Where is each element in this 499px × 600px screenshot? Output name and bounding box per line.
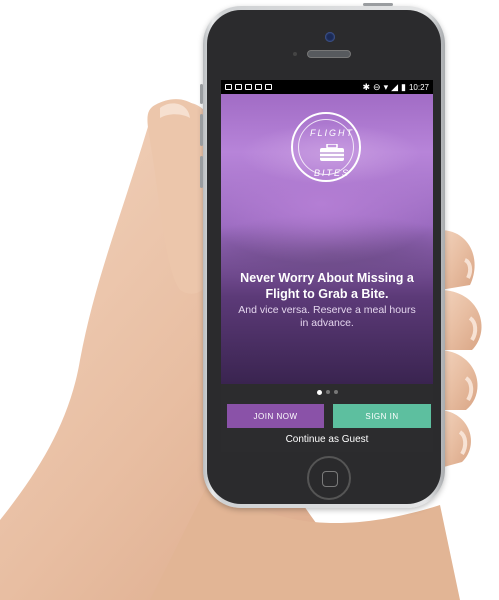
notification-icon bbox=[265, 84, 272, 90]
signal-icon: ◢ bbox=[391, 81, 399, 92]
continue-as-guest-link[interactable]: Continue as Guest bbox=[221, 434, 433, 445]
action-area: JOIN NOW SIGN IN Continue as Guest bbox=[221, 384, 433, 452]
status-time: 10:27 bbox=[408, 82, 429, 92]
notification-icon bbox=[245, 84, 252, 90]
system-icons: ✱ ⊖ ▾ ◢ ▮ 10:27 bbox=[362, 82, 429, 93]
page-dot[interactable] bbox=[334, 390, 338, 394]
battery-icon: ▮ bbox=[401, 81, 406, 92]
app-screen: ✱ ⊖ ▾ ◢ ▮ 10:27 FLIGHT BITES Never Worry… bbox=[221, 80, 433, 452]
logo-bottom-text: BITES bbox=[313, 168, 350, 178]
volume-button bbox=[200, 114, 203, 146]
notification-icon bbox=[255, 84, 262, 90]
join-now-button[interactable]: JOIN NOW bbox=[227, 404, 324, 428]
front-camera bbox=[325, 32, 335, 42]
home-square-icon bbox=[322, 471, 338, 487]
logo-ring: FLIGHT BITES bbox=[298, 119, 354, 178]
notification-icons bbox=[225, 84, 272, 90]
wifi-icon: ▾ bbox=[383, 81, 389, 92]
flight-bites-logo: FLIGHT BITES bbox=[291, 112, 361, 182]
headline: Never Worry About Missing a Flight to Gr… bbox=[227, 270, 427, 302]
page-dot[interactable] bbox=[326, 390, 330, 394]
scene: ✱ ⊖ ▾ ◢ ▮ 10:27 FLIGHT BITES Never Worry… bbox=[0, 0, 499, 600]
status-bar: ✱ ⊖ ▾ ◢ ▮ 10:27 bbox=[221, 80, 433, 94]
subtext: And vice versa. Reserve a meal hours in … bbox=[235, 304, 419, 330]
sign-in-button[interactable]: SIGN IN bbox=[333, 404, 431, 428]
page-indicator bbox=[317, 389, 338, 395]
volume-button bbox=[200, 156, 203, 188]
notification-icon bbox=[235, 84, 242, 90]
headline-line: Never Worry About Missing a bbox=[240, 271, 414, 285]
hero-banner: FLIGHT BITES Never Worry About Missing a bbox=[221, 94, 433, 384]
bluetooth-icon: ✱ bbox=[362, 81, 371, 92]
volume-button bbox=[200, 84, 203, 104]
earpiece-speaker bbox=[307, 50, 351, 58]
subtext-line: And vice versa. Reserve a meal hours bbox=[238, 304, 416, 316]
notification-icon bbox=[225, 84, 232, 90]
subtext-line: in advance. bbox=[300, 317, 354, 329]
logo-top-text: FLIGHT bbox=[309, 128, 354, 138]
home-button[interactable] bbox=[307, 456, 351, 500]
page-dot-active[interactable] bbox=[317, 389, 322, 395]
do-not-disturb-icon: ⊖ bbox=[373, 81, 381, 92]
headline-line: Flight to Grab a Bite. bbox=[265, 287, 389, 301]
power-button bbox=[363, 3, 393, 6]
smartphone: ✱ ⊖ ▾ ◢ ▮ 10:27 FLIGHT BITES Never Worry… bbox=[200, 3, 445, 508]
phone-face: ✱ ⊖ ▾ ◢ ▮ 10:27 FLIGHT BITES Never Worry… bbox=[207, 10, 441, 504]
proximity-sensor bbox=[293, 52, 297, 56]
lunchbox-icon bbox=[320, 144, 344, 161]
